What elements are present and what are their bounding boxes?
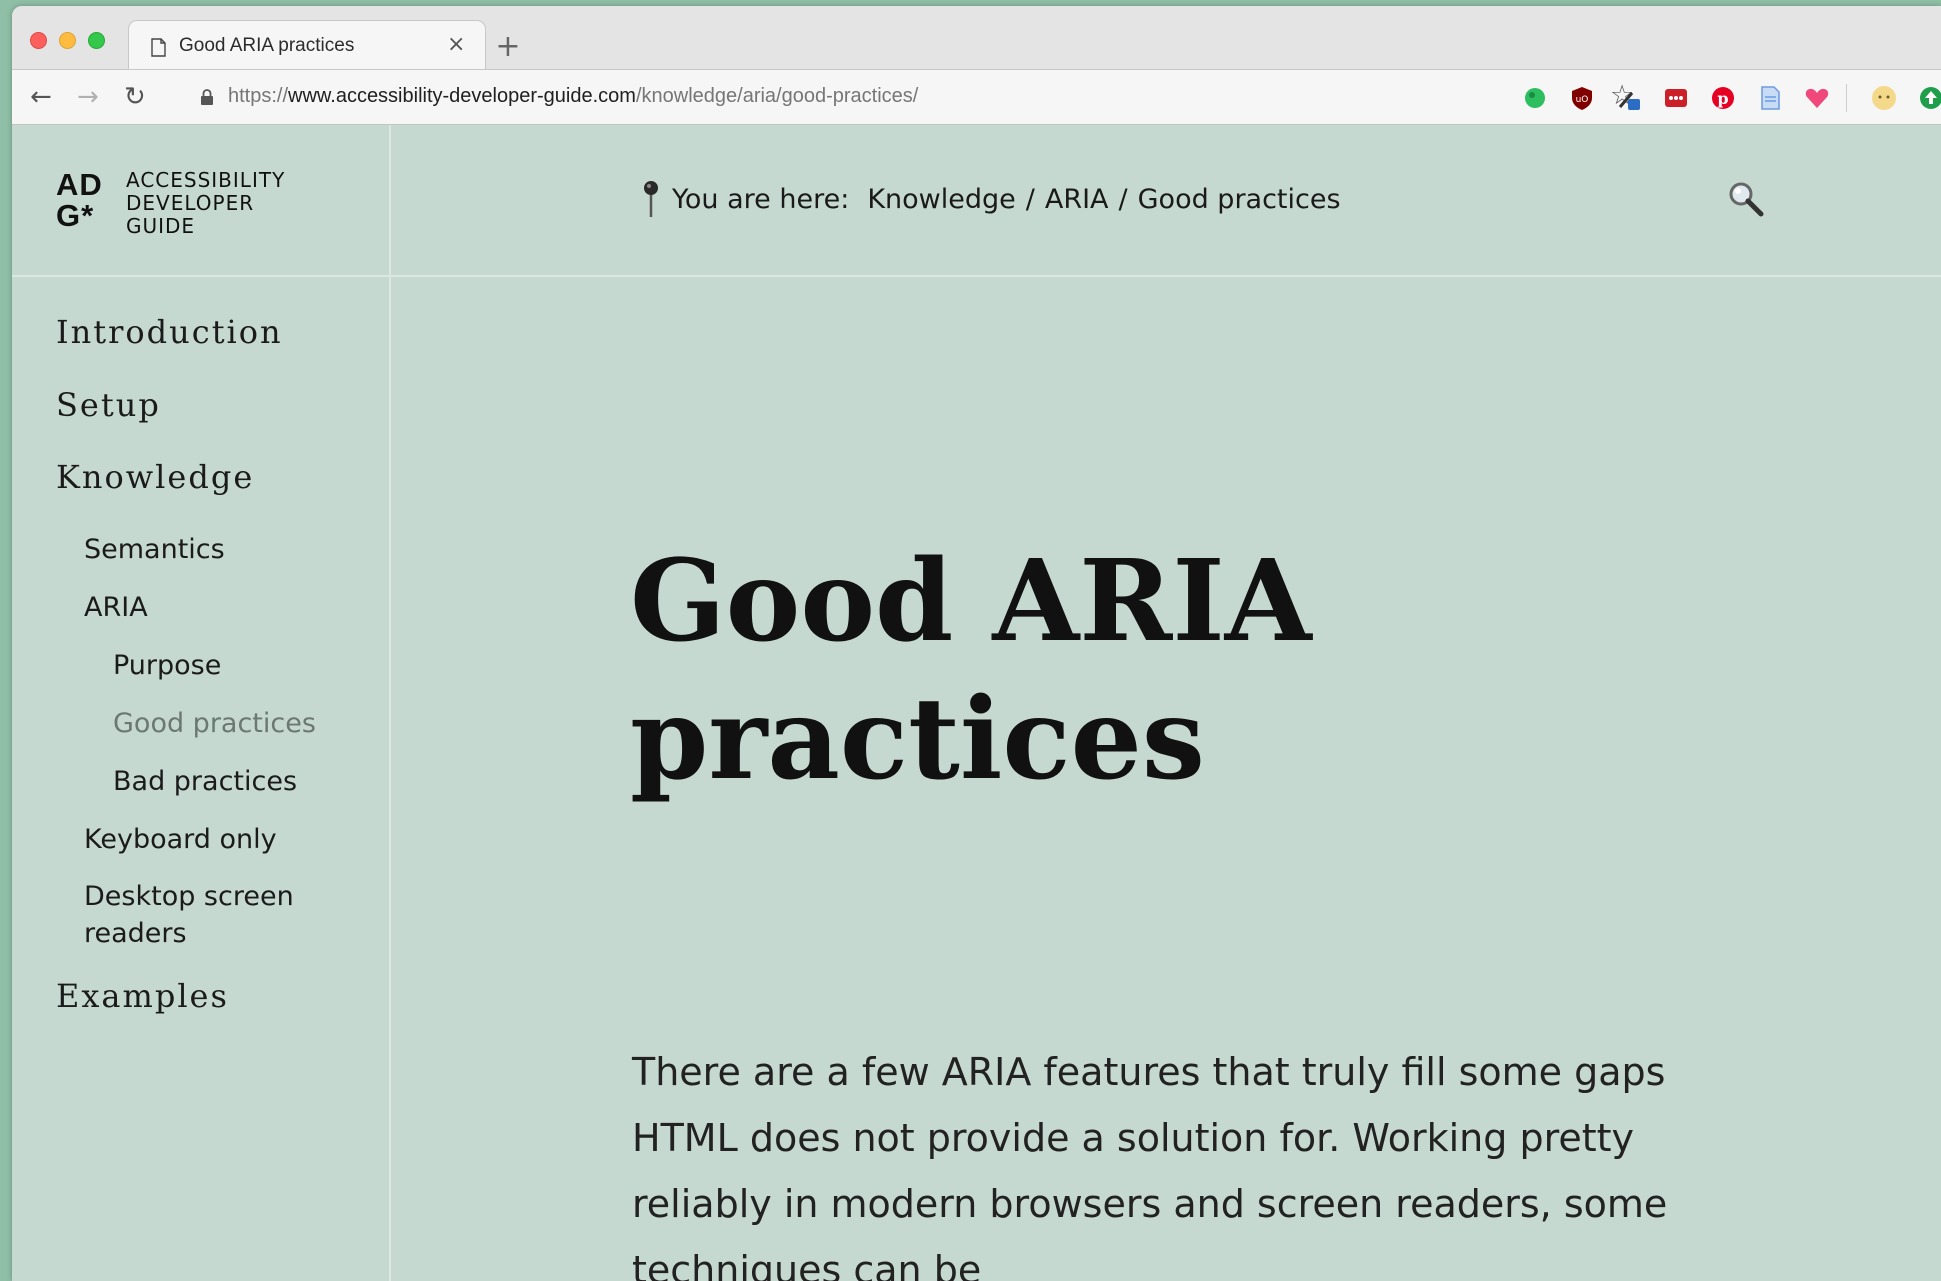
- breadcrumb-prefix: You are here:: [672, 183, 850, 215]
- logo-text: ACCESSIBILITY DEVELOPER GUIDE: [126, 169, 285, 238]
- header-divider: [12, 275, 1941, 277]
- web-page: AD G* ACCESSIBILITY DEVELOPER GUIDE You …: [12, 125, 1941, 1281]
- logo-text-line2: DEVELOPER: [126, 191, 255, 215]
- sidebar-item-semantics[interactable]: Semantics: [84, 534, 225, 565]
- evernote-icon[interactable]: [1522, 85, 1548, 111]
- browser-toolbar: ← → ↻ https://www.accessibility-develope…: [12, 69, 1941, 125]
- tab-strip: Good ARIA practices × +: [12, 6, 1941, 71]
- logo-text-line3: GUIDE: [126, 214, 196, 238]
- sidebar-divider: [389, 125, 391, 1281]
- sidebar-item-keyboard-only[interactable]: Keyboard only: [84, 824, 277, 855]
- breadcrumb-separator: /: [1025, 183, 1035, 215]
- url-path: /knowledge/aria/good-practices/: [635, 85, 919, 107]
- lock-icon: [201, 89, 213, 105]
- update-icon[interactable]: [1918, 85, 1941, 111]
- svg-text:p: p: [1717, 89, 1728, 108]
- url-prefix: https://: [228, 85, 289, 107]
- breadcrumb-separator: /: [1118, 183, 1128, 215]
- sidebar-item-examples[interactable]: Examples: [56, 977, 229, 1015]
- site-logo[interactable]: AD G* ACCESSIBILITY DEVELOPER GUIDE: [56, 169, 284, 238]
- sidebar-item-aria[interactable]: ARIA: [84, 592, 148, 623]
- page-title: Good ARIA practices: [630, 533, 1530, 809]
- sidebar-item-desktop-screen-readers[interactable]: Desktop screen readers: [84, 878, 294, 952]
- new-tab-button[interactable]: +: [488, 28, 528, 68]
- lastpass-icon[interactable]: [1663, 85, 1689, 111]
- forward-arrow-icon[interactable]: →: [77, 82, 99, 112]
- pinterest-icon[interactable]: p: [1710, 85, 1736, 111]
- breadcrumb-knowledge[interactable]: Knowledge: [867, 184, 1015, 215]
- page-title-line2: practices: [630, 674, 1205, 805]
- sidebar-item-bad-practices[interactable]: Bad practices: [113, 766, 297, 797]
- document-icon: [151, 38, 166, 57]
- window-minimize-button[interactable]: [59, 32, 76, 49]
- map-pin-icon: [644, 181, 658, 217]
- sidebar-item-good-practices[interactable]: Good practices: [113, 708, 316, 739]
- sidebar-item-label: readers: [84, 918, 187, 949]
- sidebar-item-purpose[interactable]: Purpose: [113, 650, 221, 681]
- url-host: www.accessibility-developer-guide.com: [288, 85, 636, 107]
- address-bar[interactable]: https://www.accessibility-developer-guid…: [182, 70, 1634, 126]
- toolbar-separator: [1846, 84, 1847, 112]
- intro-paragraph: There are a few ARIA features that truly…: [632, 1050, 1668, 1281]
- logo-text-line1: ACCESSIBILITY: [126, 168, 286, 192]
- logo-mark: AD G*: [56, 169, 114, 231]
- eyedropper-icon[interactable]: [1616, 85, 1642, 111]
- logo-mark-line2: G*: [56, 198, 95, 233]
- svg-text:uO: uO: [1576, 95, 1589, 105]
- reload-icon[interactable]: ↻: [124, 82, 146, 112]
- sidebar-item-knowledge[interactable]: Knowledge: [56, 458, 254, 496]
- sidebar-item-introduction[interactable]: Introduction: [56, 313, 283, 351]
- browser-tab[interactable]: Good ARIA practices ×: [128, 20, 486, 71]
- breadcrumb: You are here: Knowledge / ARIA / Good pr…: [640, 179, 1341, 219]
- breadcrumb-good-practices[interactable]: Good practices: [1138, 184, 1341, 215]
- window-close-button[interactable]: [30, 32, 47, 49]
- avatar-icon[interactable]: [1871, 85, 1897, 111]
- browser-window: Good ARIA practices × + ← → ↻ https://ww…: [12, 6, 1941, 1281]
- docs-icon[interactable]: [1757, 85, 1783, 111]
- url-text: https://www.accessibility-developer-guid…: [228, 85, 918, 108]
- breadcrumb-aria[interactable]: ARIA: [1045, 184, 1109, 215]
- sidebar-item-label: Desktop screen: [84, 881, 294, 912]
- back-arrow-icon[interactable]: ←: [30, 82, 52, 112]
- tab-close-icon[interactable]: ×: [447, 32, 465, 57]
- window-maximize-button[interactable]: [88, 32, 105, 49]
- tab-title: Good ARIA practices: [179, 35, 355, 56]
- page-title-line1: Good ARIA: [630, 536, 1312, 667]
- sidebar-item-setup[interactable]: Setup: [56, 386, 161, 424]
- logo-mark-line1: AD: [56, 167, 103, 202]
- ublock-icon[interactable]: uO: [1569, 85, 1595, 111]
- pocket-heart-icon[interactable]: [1804, 85, 1830, 111]
- search-icon[interactable]: [1726, 179, 1766, 219]
